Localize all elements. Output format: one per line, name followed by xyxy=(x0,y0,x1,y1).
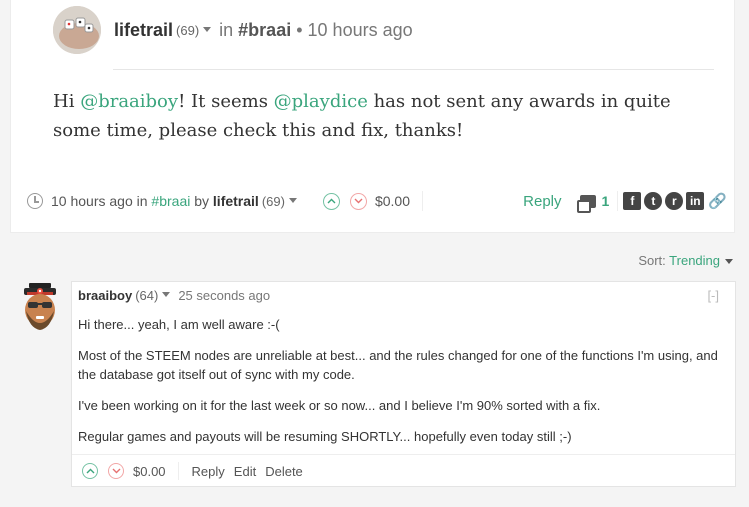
footer-time[interactable]: 10 hours ago xyxy=(51,193,133,209)
sort-bar: Sort: Trending xyxy=(638,253,733,268)
upvote-button[interactable] xyxy=(322,192,340,210)
comment-edit-button[interactable]: Edit xyxy=(234,464,256,479)
post-header: lifetrail (69) in #braai • 10 hours ago xyxy=(53,6,413,54)
post-author-reputation: (69) xyxy=(176,22,200,38)
footer-author-link[interactable]: lifetrail xyxy=(213,193,259,209)
comment-footer: $0.00 Reply Edit Delete xyxy=(82,459,312,483)
sort-dropdown[interactable]: Trending xyxy=(669,253,720,268)
mention-link[interactable]: @playdice xyxy=(274,91,368,112)
link-icon[interactable]: 🔗 xyxy=(708,192,727,210)
reddit-share-icon[interactable]: r xyxy=(665,192,684,210)
post-in-text: in xyxy=(219,19,234,40)
post-card: lifetrail (69) in #braai • 10 hours ago … xyxy=(10,0,735,233)
comments-icon[interactable] xyxy=(576,194,596,213)
comment-author-avatar[interactable] xyxy=(21,283,59,335)
comment-paragraph: Hi there... yeah, I am well aware :-( xyxy=(78,317,280,332)
comment-footer-divider xyxy=(72,454,735,455)
comment-reply-button[interactable]: Reply xyxy=(192,464,225,479)
post-category-link[interactable]: #braai xyxy=(238,20,291,41)
footer-in-text: in xyxy=(136,193,148,209)
twitter-share-icon[interactable]: t xyxy=(644,192,663,210)
footer-author-reputation: (69) xyxy=(261,193,285,209)
comment-header: braaiboy (64) 25 seconds ago xyxy=(78,288,270,303)
comment-time[interactable]: 25 seconds ago xyxy=(178,288,270,303)
post-time[interactable]: 10 hours ago xyxy=(308,20,413,41)
author-menu-caret-icon[interactable] xyxy=(203,26,212,32)
comment-card: braaiboy (64) 25 seconds ago [-] Hi ther… xyxy=(71,281,736,487)
footer-divider xyxy=(422,191,423,211)
avatar-image xyxy=(24,283,56,330)
comment-payout[interactable]: $0.00 xyxy=(133,464,166,479)
comment-author-reputation: (64) xyxy=(135,288,159,303)
downvote-button[interactable] xyxy=(349,192,367,210)
reply-button[interactable]: Reply xyxy=(523,193,561,210)
author-avatar[interactable] xyxy=(53,6,101,54)
chevron-down-icon xyxy=(112,468,120,474)
comment-author[interactable]: braaiboy xyxy=(78,288,132,303)
post-payout[interactable]: $0.00 xyxy=(375,193,410,209)
footer-category-link[interactable]: #braai xyxy=(151,193,190,209)
comment-paragraph: Regular games and payouts will be resumi… xyxy=(78,429,572,444)
comment-author-caret-icon[interactable] xyxy=(162,292,171,297)
post-body-text: ! It seems xyxy=(178,91,274,112)
sort-label: Sort: xyxy=(638,253,666,268)
chevron-down-icon xyxy=(354,198,363,204)
comment-paragraph: Most of the STEEM nodes are unreliable a… xyxy=(78,348,718,382)
header-divider xyxy=(113,69,714,70)
comment-count[interactable]: 1 xyxy=(602,193,610,209)
comment-footer-separator xyxy=(177,462,179,480)
post-body-text: Hi xyxy=(53,91,81,112)
downvote-button[interactable] xyxy=(108,463,124,479)
share-divider xyxy=(617,191,619,211)
footer-author-caret-icon[interactable] xyxy=(288,197,297,203)
comment-body: Hi there... yeah, I am well aware :-( Mo… xyxy=(78,315,723,458)
collapse-button[interactable]: [-] xyxy=(707,288,719,303)
footer-by-text: by xyxy=(194,193,210,209)
post-footer: 10 hours ago in #braai by lifetrail (69)… xyxy=(27,187,727,215)
post-dot-separator: • xyxy=(296,19,303,40)
linkedin-share-icon[interactable]: in xyxy=(686,192,705,210)
clock-icon xyxy=(27,193,43,209)
chevron-up-icon xyxy=(86,468,94,474)
facebook-share-icon[interactable]: f xyxy=(623,192,642,210)
sort-caret-icon[interactable] xyxy=(725,259,733,265)
upvote-button[interactable] xyxy=(82,463,98,479)
avatar-image xyxy=(53,6,101,54)
comment-delete-button[interactable]: Delete xyxy=(265,464,303,479)
post-body: Hi @braaiboy! It seems @playdice has not… xyxy=(53,87,713,145)
mention-link[interactable]: @braaiboy xyxy=(80,91,178,112)
comment-paragraph: I've been working on it for the last wee… xyxy=(78,398,601,413)
chevron-up-icon xyxy=(327,198,336,204)
post-author[interactable]: lifetrail xyxy=(114,20,173,41)
